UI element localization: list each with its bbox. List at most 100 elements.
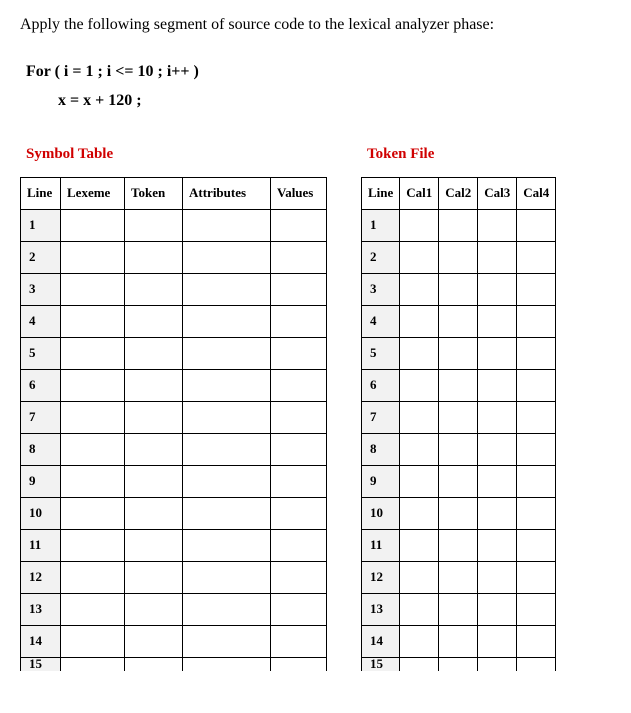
symbol-table-cell <box>61 241 125 273</box>
symbol-table-cell <box>183 369 271 401</box>
token-file-cell <box>400 657 439 671</box>
token-file-row: 14 <box>362 625 556 657</box>
token-file-line-cell: 15 <box>362 657 400 671</box>
symbol-table-cell <box>271 529 327 561</box>
token-file-row: 15 <box>362 657 556 671</box>
symbol-table-cell <box>183 465 271 497</box>
token-file-cell <box>478 497 517 529</box>
symbol-table-cell <box>61 529 125 561</box>
symbol-table-cell <box>61 369 125 401</box>
token-file-cell <box>400 209 439 241</box>
token-file-cell <box>478 209 517 241</box>
symbol-table-row: 3 <box>21 273 327 305</box>
st-header-lexeme: Lexeme <box>61 177 125 209</box>
symbol-table-cell <box>271 497 327 529</box>
token-file-row: 12 <box>362 561 556 593</box>
token-file-cell <box>478 657 517 671</box>
symbol-table-line-cell: 8 <box>21 433 61 465</box>
token-file-row: 2 <box>362 241 556 273</box>
token-file-cell <box>400 529 439 561</box>
symbol-table-cell <box>125 465 183 497</box>
symbol-table-cell <box>125 401 183 433</box>
symbol-table-row: 9 <box>21 465 327 497</box>
symbol-table-cell <box>183 305 271 337</box>
symbol-table-cell <box>183 337 271 369</box>
symbol-table-cell <box>271 209 327 241</box>
symbol-table-cell <box>271 465 327 497</box>
token-file-line-cell: 4 <box>362 305 400 337</box>
symbol-table-line-cell: 6 <box>21 369 61 401</box>
symbol-table-cell <box>183 529 271 561</box>
token-file-cell <box>517 273 556 305</box>
symbol-table-cell <box>125 497 183 529</box>
symbol-table-line-cell: 5 <box>21 337 61 369</box>
symbol-table-line-cell: 3 <box>21 273 61 305</box>
symbol-table-cell <box>183 241 271 273</box>
token-file-table: Line Cal1 Cal2 Cal3 Cal4 123456789101112… <box>361 177 556 672</box>
token-file-cell <box>478 401 517 433</box>
symbol-table-cell <box>61 497 125 529</box>
token-file-cell <box>439 305 478 337</box>
symbol-table-cell <box>271 433 327 465</box>
symbol-table-cell <box>271 369 327 401</box>
symbol-table-cell <box>61 657 125 671</box>
token-file-line-cell: 11 <box>362 529 400 561</box>
token-file-line-cell: 13 <box>362 593 400 625</box>
token-file-row: 13 <box>362 593 556 625</box>
symbol-table-row: 15 <box>21 657 327 671</box>
token-file-cell <box>517 625 556 657</box>
symbol-table-cell <box>61 593 125 625</box>
token-file-line-cell: 7 <box>362 401 400 433</box>
token-file-cell <box>478 561 517 593</box>
symbol-table-cell <box>183 657 271 671</box>
token-file-cell <box>478 273 517 305</box>
st-header-line: Line <box>21 177 61 209</box>
st-header-values: Values <box>271 177 327 209</box>
symbol-table-cell <box>125 433 183 465</box>
token-file-cell <box>478 369 517 401</box>
token-file-cell <box>478 529 517 561</box>
symbol-table-row: 4 <box>21 305 327 337</box>
symbol-table-row: 13 <box>21 593 327 625</box>
symbol-table-cell <box>125 273 183 305</box>
token-file-cell <box>439 273 478 305</box>
symbol-table-row: 10 <box>21 497 327 529</box>
token-file-line-cell: 6 <box>362 369 400 401</box>
token-file-cell <box>439 433 478 465</box>
token-file-cell <box>439 625 478 657</box>
token-file-line-cell: 14 <box>362 625 400 657</box>
symbol-table-cell <box>183 273 271 305</box>
token-file-cell <box>478 433 517 465</box>
token-file-line-cell: 2 <box>362 241 400 273</box>
token-file-container: Token File Line Cal1 Cal2 Cal3 Cal4 1234… <box>361 146 556 672</box>
token-file-title: Token File <box>367 146 556 163</box>
tf-header-cal4: Cal4 <box>517 177 556 209</box>
symbol-table-body: 123456789101112131415 <box>21 209 327 671</box>
symbol-table-cell <box>271 657 327 671</box>
token-file-cell <box>517 593 556 625</box>
symbol-table-row: 6 <box>21 369 327 401</box>
symbol-table-title: Symbol Table <box>26 146 327 163</box>
token-file-cell <box>400 369 439 401</box>
symbol-table-cell <box>125 593 183 625</box>
token-file-cell <box>439 241 478 273</box>
token-file-row: 11 <box>362 529 556 561</box>
token-file-row: 3 <box>362 273 556 305</box>
symbol-table-cell <box>61 273 125 305</box>
symbol-table-cell <box>183 401 271 433</box>
st-header-attributes: Attributes <box>183 177 271 209</box>
token-file-cell <box>400 241 439 273</box>
symbol-table-line-cell: 9 <box>21 465 61 497</box>
token-file-row: 6 <box>362 369 556 401</box>
token-file-row: 10 <box>362 497 556 529</box>
token-file-cell <box>439 209 478 241</box>
symbol-table-cell <box>61 305 125 337</box>
token-file-cell <box>400 337 439 369</box>
symbol-table-row: 2 <box>21 241 327 273</box>
symbol-table-row: 7 <box>21 401 327 433</box>
token-file-cell <box>439 337 478 369</box>
token-file-line-cell: 10 <box>362 497 400 529</box>
symbol-table-line-cell: 12 <box>21 561 61 593</box>
token-file-cell <box>478 465 517 497</box>
symbol-table-cell <box>183 433 271 465</box>
